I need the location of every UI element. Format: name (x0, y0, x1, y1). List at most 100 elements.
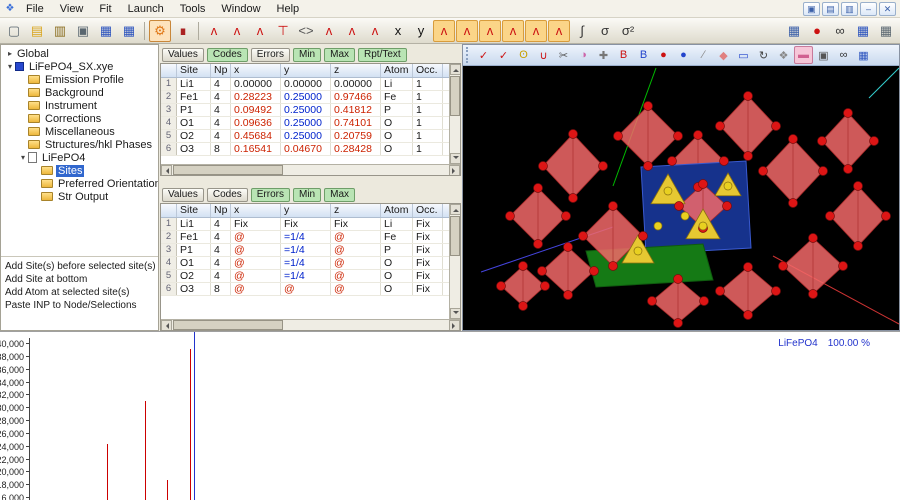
table-row[interactable]: 5O240.456840.250000.20759O1 (161, 130, 449, 143)
scroll-right-icon[interactable] (449, 320, 460, 331)
action-add-site-s-before-selected-site-s[interactable]: Add Site(s) before selected site(s) (5, 260, 156, 273)
column-header-occ[interactable]: Occ. (413, 204, 443, 217)
cell-y[interactable]: =1/4 (281, 244, 331, 256)
values-horizontal-scrollbar[interactable] (161, 164, 460, 175)
cell-np[interactable]: 4 (211, 91, 231, 103)
cell-atom[interactable]: Li (381, 218, 413, 230)
table-row[interactable]: 3P140.094920.250000.41812P1 (161, 104, 449, 117)
show-observed-icon[interactable]: ʌ (433, 20, 455, 42)
table-row[interactable]: 1Li140.000000.000000.00000Li1 (161, 78, 449, 91)
column-header-y[interactable]: y (281, 64, 331, 77)
insert-peak-icon[interactable]: ʌ (249, 20, 271, 42)
values-vertical-scrollbar[interactable] (449, 64, 460, 164)
column-header-site[interactable]: Site (177, 204, 211, 217)
tree-item-background[interactable]: Background (1, 86, 158, 99)
save-icon[interactable]: ▦ (95, 20, 117, 42)
scroll-left-icon[interactable] (161, 165, 172, 176)
scroll-down-icon[interactable] (450, 308, 461, 319)
cell-y[interactable]: =1/4 (281, 257, 331, 269)
cell-occ[interactable]: 1 (413, 104, 443, 116)
cell-atom[interactable]: Fe (381, 91, 413, 103)
hkl-table-icon[interactable]: ▦ (852, 20, 874, 42)
action-add-site-at-bottom[interactable]: Add Site at bottom (5, 273, 156, 286)
legend-phase-name[interactable]: LiFePO4 (778, 338, 817, 349)
cell-z[interactable]: Fix (331, 218, 381, 230)
cell-np[interactable]: 4 (211, 78, 231, 90)
cell-occ[interactable]: 1 (413, 143, 443, 155)
stereo-view-icon[interactable]: ∞ (834, 46, 853, 64)
column-header-np[interactable]: Np (211, 204, 231, 217)
pan-view-icon[interactable]: ❖ (774, 46, 793, 64)
tree-item-sites[interactable]: Sites (1, 164, 158, 177)
cell-np[interactable]: 4 (211, 231, 231, 243)
cell-occ[interactable]: Fix (413, 270, 443, 282)
cell-x[interactable]: @ (231, 270, 281, 282)
cell-np[interactable]: 4 (211, 244, 231, 256)
open-folder-icon[interactable]: ▤ (26, 20, 48, 42)
peak-check-icon[interactable]: ʌ (226, 20, 248, 42)
atom-sphere-icon[interactable]: ● (806, 20, 828, 42)
column-header-np[interactable]: Np (211, 64, 231, 77)
cell-occ[interactable]: Fix (413, 283, 443, 295)
toolbar-grip[interactable] (466, 47, 470, 63)
tree-item-lifepo4-sx-xye[interactable]: ▾LiFePO4_SX.xye (1, 60, 158, 73)
cut-plane-icon[interactable]: ✂ (554, 46, 573, 64)
tab-rpt-text[interactable]: Rpt/Text (358, 48, 407, 62)
clear-peaks-icon[interactable]: ʌ (364, 20, 386, 42)
cell-x[interactable]: @ (231, 231, 281, 243)
scroll-up-icon[interactable] (450, 64, 461, 75)
show-background-icon[interactable]: ʌ (502, 20, 524, 42)
codes-table[interactable]: SiteNpxyzAtomOcc.1Li14FixFixFixLiFix2Fe1… (161, 204, 449, 319)
cell-atom[interactable]: O (381, 117, 413, 129)
cell-site[interactable]: O3 (177, 143, 211, 155)
cell-site[interactable]: O2 (177, 270, 211, 282)
cell-atom[interactable]: O (381, 130, 413, 142)
cell-site[interactable]: Fe1 (177, 231, 211, 243)
tree-item-emission-profile[interactable]: Emission Profile (1, 73, 158, 86)
cell-x[interactable]: 0.09492 (231, 104, 281, 116)
cell-np[interactable]: 4 (211, 130, 231, 142)
cell-np[interactable]: 4 (211, 218, 231, 230)
column-header-atom[interactable]: Atom (381, 204, 413, 217)
table-row[interactable]: 4O140.096360.250000.74101O1 (161, 117, 449, 130)
tab-min[interactable]: Min (293, 188, 321, 202)
color-palette-icon[interactable]: ◑ (574, 46, 593, 64)
show-calculated-icon[interactable]: ʌ (456, 20, 478, 42)
table-row[interactable]: 2Fe140.282230.250000.97466Fe1 (161, 91, 449, 104)
table-row[interactable]: 3P14@=1/4@PFix (161, 244, 449, 257)
horizontal-scroll-thumb[interactable] (173, 320, 283, 330)
menu-launch[interactable]: Launch (120, 1, 172, 17)
table-row[interactable]: 4O14@=1/4@OFix (161, 257, 449, 270)
cell-occ[interactable]: 1 (413, 78, 443, 90)
cell-atom[interactable]: Li (381, 78, 413, 90)
column-header-atom[interactable]: Atom (381, 64, 413, 77)
menu-file[interactable]: File (18, 1, 52, 17)
pin-icon[interactable]: ✚ (594, 46, 613, 64)
cell-np[interactable]: 4 (211, 270, 231, 282)
tab-values[interactable]: Values (162, 188, 204, 202)
column-header-x[interactable]: x (231, 64, 281, 77)
codes-horizontal-scrollbar[interactable] (161, 319, 460, 330)
cell-z[interactable]: 0.00000 (331, 78, 381, 90)
cell-grid-icon[interactable]: ▦ (783, 20, 805, 42)
tab-codes[interactable]: Codes (207, 188, 248, 202)
cell-x[interactable]: 0.28223 (231, 91, 281, 103)
cell-site[interactable]: Li1 (177, 78, 211, 90)
cell-z[interactable]: @ (331, 270, 381, 282)
scan-window-icon[interactable]: ʌ (318, 20, 340, 42)
tab-errors[interactable]: Errors (251, 188, 290, 202)
cell-site[interactable]: Li1 (177, 218, 211, 230)
scroll-left-icon[interactable] (161, 320, 172, 331)
scroll-right-icon[interactable] (449, 165, 460, 176)
cell-atom[interactable]: Fe (381, 231, 413, 243)
highlight-eraser-icon[interactable]: ▬ (794, 46, 813, 64)
cell-np[interactable]: 8 (211, 143, 231, 155)
cell-x[interactable]: @ (231, 244, 281, 256)
peaks-report-icon[interactable]: ʌ (341, 20, 363, 42)
cell-atom[interactable]: P (381, 244, 413, 256)
atom-style-red-icon[interactable]: ● (654, 46, 673, 64)
cell-x[interactable]: 0.45684 (231, 130, 281, 142)
chart-plot[interactable] (30, 332, 900, 500)
menu-fit[interactable]: Fit (91, 1, 119, 17)
tab-max[interactable]: Max (324, 188, 355, 202)
